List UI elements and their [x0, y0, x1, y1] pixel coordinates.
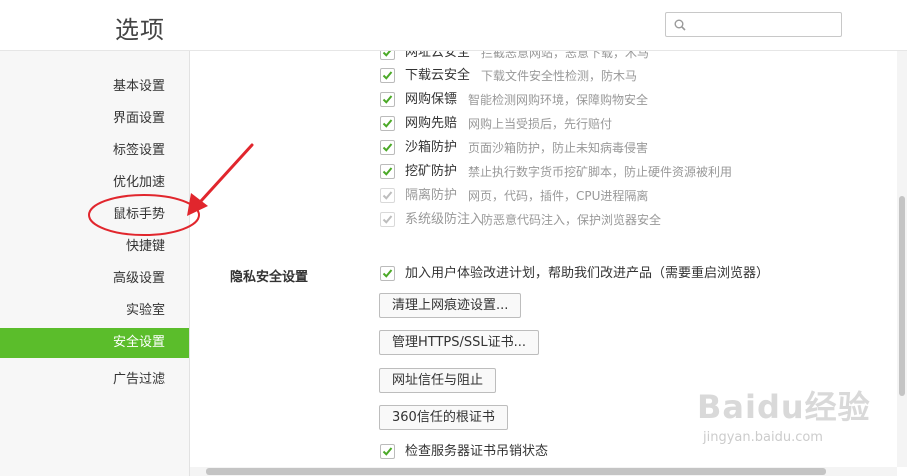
option-label: 网购先赔 [405, 116, 458, 131]
option-label: 网购保镖 [405, 92, 458, 107]
sidebar-item-basic[interactable]: 基本设置 [0, 72, 165, 102]
options-sidebar: 基本设置 界面设置 标签设置 优化加速 鼠标手势 快捷键 高级设置 实验室 安全… [0, 51, 190, 476]
option-description: 页面沙箱防护，防止未知病毒侵害 [468, 141, 649, 155]
search-icon [674, 19, 686, 31]
watermark-url: jingyan.baidu.com [703, 430, 823, 445]
option-description: 禁止执行数字货币挖矿脚本，防止硬件资源被利用 [468, 165, 733, 179]
manage-certificates-button[interactable]: 管理HTTPS/SSL证书... [379, 330, 540, 355]
option-label: 下载云安全 [405, 68, 471, 83]
search-box[interactable] [665, 12, 842, 37]
check-icon [382, 167, 393, 176]
sidebar-item-mouse-gestures[interactable]: 鼠标手势 [0, 200, 165, 230]
check-icon [382, 95, 393, 104]
checkbox[interactable] [380, 51, 395, 60]
checkbox [380, 212, 395, 227]
option-description: 下载文件安全性检测，防木马 [481, 69, 638, 83]
option-description: 网购上当受损后，先行赔付 [468, 117, 613, 131]
check-icon [382, 191, 393, 200]
page-title: 选项 [115, 16, 165, 44]
check-icon [382, 269, 393, 278]
check-icon [382, 143, 393, 152]
check-icon [382, 119, 393, 128]
checkbox [380, 188, 395, 203]
sidebar-item-lab[interactable]: 实验室 [0, 296, 165, 326]
clear-traces-button[interactable]: 清理上网痕迹设置... [379, 293, 522, 318]
root-certificates-button[interactable]: 360信任的根证书 [379, 405, 508, 430]
option-description: 网页，代码，插件，CPU进程隔离 [468, 189, 649, 203]
horizontal-scrollbar[interactable] [190, 467, 897, 476]
option-description: 拦截恶意网站，恶意下载，木马 [481, 51, 650, 60]
checkbox[interactable] [380, 164, 395, 179]
checkbox[interactable] [380, 140, 395, 155]
privacy-section-title: 隐私安全设置 [230, 270, 309, 285]
ux-plan-checkbox[interactable] [380, 266, 395, 281]
option-label: 沙箱防护 [405, 140, 458, 155]
search-input[interactable] [692, 15, 837, 34]
sidebar-item-interface[interactable]: 界面设置 [0, 104, 165, 134]
option-label: 系统级防注入 [405, 212, 484, 227]
check-revocation-checkbox[interactable] [380, 444, 395, 459]
check-revocation-label: 检查服务器证书吊销状态 [405, 444, 549, 459]
option-label: 隔离防护 [405, 188, 458, 203]
sidebar-item-security[interactable]: 安全设置 [0, 328, 189, 358]
watermark-logo-text: Baidu经验 [697, 388, 871, 426]
checkbox[interactable] [380, 116, 395, 131]
option-label: 挖矿防护 [405, 164, 458, 179]
horizontal-scrollbar-thumb[interactable] [206, 468, 826, 475]
option-label: 网址云安全 [405, 51, 471, 60]
sidebar-item-shortcuts[interactable]: 快捷键 [0, 232, 165, 262]
check-icon [382, 215, 393, 224]
sidebar-item-advanced[interactable]: 高级设置 [0, 264, 165, 294]
vertical-scrollbar-thumb[interactable] [899, 196, 905, 396]
option-description: 智能检测网购环境，保障购物安全 [468, 93, 649, 107]
check-icon [382, 71, 393, 80]
option-description: 防恶意代码注入，保护浏览器安全 [481, 213, 662, 227]
ux-plan-label: 加入用户体验改进计划，帮助我们改进产品（需要重启浏览器） [405, 266, 770, 281]
sidebar-item-ad-filter[interactable]: 广告过滤 [0, 365, 165, 395]
check-icon [382, 447, 393, 456]
site-trust-button[interactable]: 网址信任与阻止 [379, 368, 497, 393]
sidebar-item-optimize[interactable]: 优化加速 [0, 168, 165, 198]
check-icon [382, 51, 392, 57]
checkbox[interactable] [380, 68, 395, 83]
checkbox[interactable] [380, 92, 395, 107]
sidebar-item-tabs[interactable]: 标签设置 [0, 136, 165, 166]
options-header: 选项 [0, 0, 907, 51]
vertical-scrollbar[interactable] [897, 51, 907, 467]
baidu-watermark: Baidu经验 jingyan.baidu.com [697, 382, 877, 462]
